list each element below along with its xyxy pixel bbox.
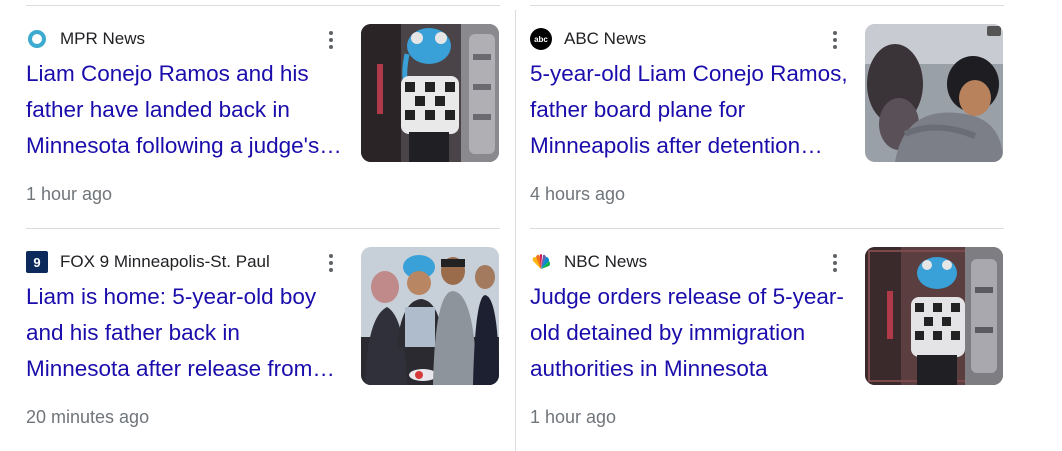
more-options-icon[interactable] <box>324 251 338 275</box>
source-row: 9 FOX 9 Minneapolis-St. Paul <box>26 251 270 273</box>
source-name: MPR News <box>60 29 146 48</box>
top-divider-right <box>530 5 1004 6</box>
news-card-nbc[interactable]: NBC News Judge orders release of 5-year-… <box>530 247 1006 447</box>
more-options-icon[interactable] <box>324 28 338 52</box>
fox9-logo-icon: 9 <box>26 251 48 273</box>
news-card-abc[interactable]: abc ABC News 5-year-old Liam Conejo Ramo… <box>530 24 1006 224</box>
timestamp: 20 minutes ago <box>26 407 150 427</box>
headline-link[interactable]: Judge orders release of 5-year-old detai… <box>530 279 852 387</box>
family-group-photo[interactable] <box>361 247 499 385</box>
headline-link[interactable]: Liam is home: 5-year-old boy and his fat… <box>26 279 348 387</box>
news-card-mpr[interactable]: MPR News Liam Conejo Ramos and his fathe… <box>26 24 502 224</box>
source-name: NBC News <box>564 252 648 271</box>
headline-link[interactable]: Liam Conejo Ramos and his father have la… <box>26 56 348 164</box>
source-row: abc ABC News <box>530 28 646 50</box>
nbc-peacock-logo-icon <box>530 251 552 273</box>
timestamp: 1 hour ago <box>530 407 617 427</box>
abc-logo-icon: abc <box>530 28 552 50</box>
news-card-fox9[interactable]: 9 FOX 9 Minneapolis-St. Paul Liam is hom… <box>26 247 502 447</box>
timestamp: 4 hours ago <box>530 184 626 204</box>
middle-divider-right <box>530 228 1004 229</box>
headline-link[interactable]: 5-year-old Liam Conejo Ramos, father boa… <box>530 56 852 164</box>
column-divider <box>515 10 516 451</box>
source-row: MPR News <box>26 28 145 50</box>
middle-divider-left <box>26 228 500 229</box>
father-hugging-boy-photo[interactable] <box>865 24 1003 162</box>
source-row: NBC News <box>530 251 647 273</box>
more-options-icon[interactable] <box>828 251 842 275</box>
timestamp: 1 hour ago <box>26 184 113 204</box>
more-options-icon[interactable] <box>828 28 842 52</box>
mpr-circle-logo-icon <box>26 28 48 50</box>
boy-blue-hat-photo-2[interactable] <box>865 247 1003 385</box>
source-name: ABC News <box>564 29 647 48</box>
source-name: FOX 9 Minneapolis-St. Paul <box>60 252 270 271</box>
boy-blue-hat-photo[interactable] <box>361 24 499 162</box>
top-divider-left <box>26 5 500 6</box>
